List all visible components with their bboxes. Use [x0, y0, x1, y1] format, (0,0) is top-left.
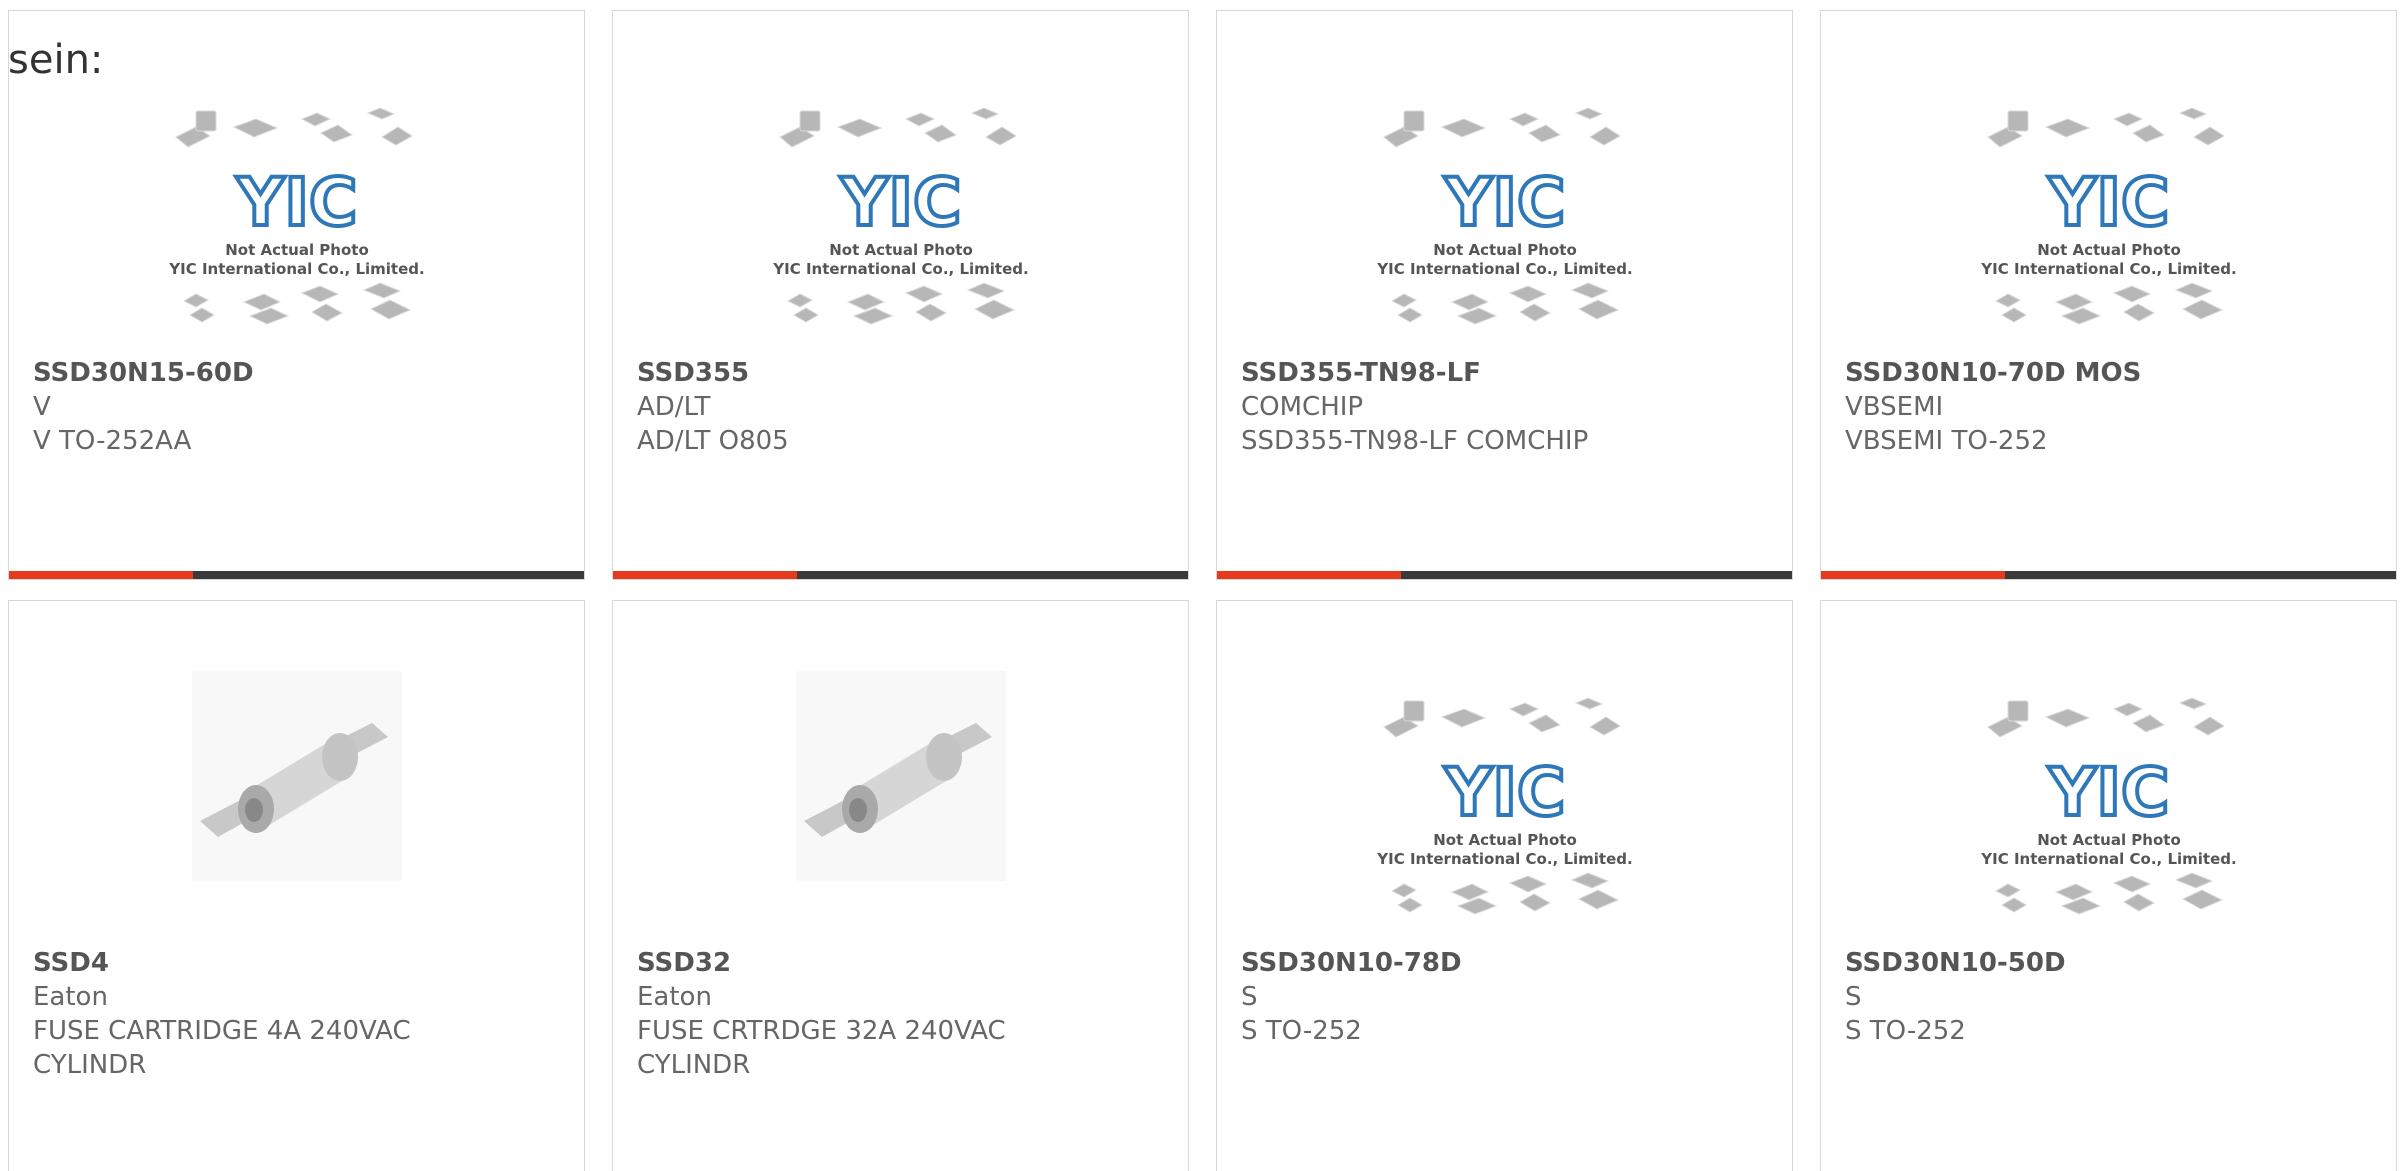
svg-text:YIC: YIC [2047, 754, 2169, 831]
accent-bar-fill [1217, 571, 1401, 579]
part-number-link[interactable]: SSD30N10-78D [1241, 946, 1774, 980]
fuse-cartridge-image-icon [795, 671, 1006, 881]
manufacturer-text: VBSEMI [1845, 392, 1944, 422]
description-text: V TO-252AA [33, 426, 192, 456]
svg-text:Not Actual Photo: Not Actual Photo [2037, 831, 2181, 849]
product-card[interactable]: YIC Not Actual Photo YIC International C… [8, 10, 585, 580]
card-accent-bar [9, 571, 584, 579]
placeholder-image-icon: YIC Not Actual Photo YIC International C… [1980, 107, 2236, 325]
product-card[interactable]: YIC Not Actual Photo YIC International C… [1216, 600, 1793, 1171]
section-lead-text: sein: [8, 37, 104, 83]
product-info: SSD4 Eaton FUSE CARTRIDGE 4A 240VAC CYLI… [33, 946, 566, 1082]
svg-text:YIC International Co., Limited: YIC International Co., Limited. [1980, 260, 2236, 278]
placeholder-image-icon: YIC Not Actual Photo YIC International C… [1376, 697, 1632, 915]
svg-text:YIC International Co., Limited: YIC International Co., Limited. [1376, 850, 1632, 868]
product-card[interactable]: YIC Not Actual Photo YIC International C… [1820, 10, 2397, 580]
product-info: SSD355-TN98-LF COMCHIP SSD355-TN98-LF CO… [1241, 356, 1774, 458]
description-text: S TO-252 [1845, 1016, 1966, 1046]
product-card[interactable]: YIC Not Actual Photo YIC International C… [612, 10, 1189, 580]
svg-text:YIC International Co., Limited: YIC International Co., Limited. [168, 260, 424, 278]
svg-text:YIC: YIC [1443, 754, 1565, 831]
svg-text:YIC International Co., Limited: YIC International Co., Limited. [1376, 260, 1632, 278]
product-info: SSD30N10-70D MOS VBSEMI VBSEMI TO-252 [1845, 356, 2378, 458]
manufacturer-text: S [1241, 982, 1258, 1012]
product-image: YIC Not Actual Photo YIC International C… [1217, 101, 1792, 341]
product-image: YIC Not Actual Photo YIC International C… [1821, 691, 2396, 931]
product-image: YIC Not Actual Photo YIC International C… [9, 101, 584, 341]
product-info: SSD30N10-50D S S TO-252 [1845, 946, 2378, 1048]
product-card[interactable]: SSD4 Eaton FUSE CARTRIDGE 4A 240VAC CYLI… [8, 600, 585, 1171]
accent-bar-fill [613, 571, 797, 579]
product-grid: YIC Not Actual Photo YIC International C… [8, 10, 2400, 1171]
product-image: YIC Not Actual Photo YIC International C… [613, 101, 1188, 341]
svg-text:Not Actual Photo: Not Actual Photo [225, 241, 369, 259]
description-text: VBSEMI TO-252 [1845, 426, 2048, 456]
product-image [613, 671, 1188, 911]
product-info: SSD355 AD/LT AD/LT O805 [637, 356, 1170, 458]
svg-text:YIC International Co., Limited: YIC International Co., Limited. [772, 260, 1028, 278]
manufacturer-text: COMCHIP [1241, 392, 1364, 422]
product-card[interactable]: YIC Not Actual Photo YIC International C… [1216, 10, 1793, 580]
product-card[interactable]: SSD32 Eaton FUSE CRTRDGE 32A 240VAC CYLI… [612, 600, 1189, 1171]
svg-text:Not Actual Photo: Not Actual Photo [829, 241, 973, 259]
svg-text:Not Actual Photo: Not Actual Photo [1433, 241, 1577, 259]
part-number-link[interactable]: SSD4 [33, 946, 566, 980]
description-text: S TO-252 [1241, 1016, 1362, 1046]
placeholder-image-icon: YIC Not Actual Photo YIC International C… [772, 107, 1028, 325]
svg-text:YIC: YIC [2047, 164, 2169, 241]
accent-bar-fill [9, 571, 193, 579]
description-text: AD/LT O805 [637, 426, 789, 456]
product-info: SSD30N10-78D S S TO-252 [1241, 946, 1774, 1048]
product-card[interactable]: YIC Not Actual Photo YIC International C… [1820, 600, 2397, 1171]
svg-text:Not Actual Photo: Not Actual Photo [1433, 831, 1577, 849]
part-number-link[interactable]: SSD32 [637, 946, 1170, 980]
part-number-link[interactable]: SSD355 [637, 356, 1170, 390]
product-info: SSD32 Eaton FUSE CRTRDGE 32A 240VAC CYLI… [637, 946, 1170, 1082]
manufacturer-text: Eaton [637, 982, 712, 1012]
part-number-link[interactable]: SSD30N10-70D MOS [1845, 356, 2378, 390]
svg-text:YIC: YIC [235, 164, 357, 241]
accent-bar-fill [1821, 571, 2005, 579]
manufacturer-text: V [33, 392, 51, 422]
product-image: YIC Not Actual Photo YIC International C… [1217, 691, 1792, 931]
card-accent-bar [1821, 571, 2396, 579]
manufacturer-text: AD/LT [637, 392, 711, 422]
svg-text:YIC International Co., Limited: YIC International Co., Limited. [1980, 850, 2236, 868]
part-number-link[interactable]: SSD30N10-50D [1845, 946, 2378, 980]
manufacturer-text: S [1845, 982, 1862, 1012]
part-number-link[interactable]: SSD30N15-60D [33, 356, 566, 390]
placeholder-image-icon: YIC Not Actual Photo YIC International C… [1376, 107, 1632, 325]
svg-text:Not Actual Photo: Not Actual Photo [2037, 241, 2181, 259]
fuse-cartridge-image-icon [191, 671, 402, 881]
part-number-link[interactable]: SSD355-TN98-LF [1241, 356, 1774, 390]
placeholder-image-icon: YIC Not Actual Photo YIC International C… [168, 107, 424, 325]
description-text: SSD355-TN98-LF COMCHIP [1241, 426, 1589, 456]
manufacturer-text: Eaton [33, 982, 108, 1012]
card-accent-bar [613, 571, 1188, 579]
placeholder-image-icon: YIC Not Actual Photo YIC International C… [1980, 697, 2236, 915]
description-text: FUSE CRTRDGE 32A 240VAC CYLINDR [637, 1016, 1006, 1080]
product-image [9, 671, 584, 911]
svg-text:YIC: YIC [839, 164, 961, 241]
description-text: FUSE CARTRIDGE 4A 240VAC CYLINDR [33, 1016, 411, 1080]
svg-text:YIC: YIC [1443, 164, 1565, 241]
product-info: SSD30N15-60D V V TO-252AA [33, 356, 566, 458]
product-image: YIC Not Actual Photo YIC International C… [1821, 101, 2396, 341]
card-accent-bar [1217, 571, 1792, 579]
